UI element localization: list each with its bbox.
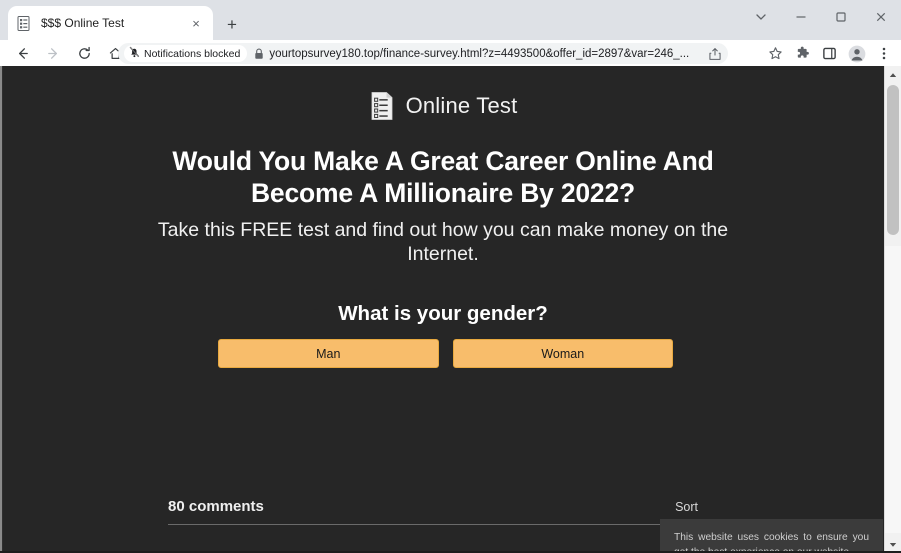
survey-question: What is your gender? xyxy=(338,302,548,325)
page-scrollbar[interactable] xyxy=(884,66,901,553)
browser-toolbar: Notifications blocked yourtopsurvey180.t… xyxy=(0,40,901,66)
tab-title: $$$ Online Test xyxy=(41,16,125,30)
share-icon[interactable] xyxy=(708,47,722,61)
back-button[interactable] xyxy=(8,40,36,66)
document-icon xyxy=(16,15,32,31)
minimize-icon[interactable] xyxy=(781,0,821,33)
survey-page-content: Online Test Would You Make A Great Caree… xyxy=(3,66,883,553)
page-viewport: Online Test Would You Make A Great Caree… xyxy=(0,66,901,553)
page-subheadline: Take this FREE test and find out how you… xyxy=(157,219,729,265)
page-headline: Would You Make A Great Career Online And… xyxy=(172,146,714,208)
maximize-icon[interactable] xyxy=(821,0,861,33)
side-panel-icon[interactable] xyxy=(816,43,843,64)
site-brand: Online Test xyxy=(3,91,883,121)
star-icon[interactable] xyxy=(762,43,789,64)
url-text: yourtopsurvey180.top/finance-survey.html… xyxy=(269,47,690,60)
scrollbar-track[interactable] xyxy=(885,246,901,533)
checklist-document-icon xyxy=(369,91,395,121)
lock-icon xyxy=(254,48,264,60)
three-dot-menu-icon[interactable] xyxy=(870,43,897,64)
answer-button-man[interactable]: Man xyxy=(218,339,439,368)
address-bar[interactable]: Notifications blocked yourtopsurvey180.t… xyxy=(118,43,728,64)
tab-close-icon[interactable]: × xyxy=(187,14,205,32)
tab-search-icon[interactable] xyxy=(741,0,781,33)
close-icon[interactable] xyxy=(861,0,901,33)
forward-button[interactable] xyxy=(39,40,67,66)
window-controls xyxy=(741,0,901,33)
answer-button-woman[interactable]: Woman xyxy=(452,339,673,368)
reload-button[interactable] xyxy=(70,40,98,66)
scrollbar-up-arrow-icon[interactable] xyxy=(885,66,901,83)
scrollbar-thumb[interactable] xyxy=(887,85,899,235)
browser-window: $$$ Online Test × + Notifications blocke… xyxy=(0,0,901,553)
new-tab-button[interactable]: + xyxy=(219,11,245,37)
survey-answers: Man Woman xyxy=(218,339,673,368)
comments-count: 80 comments xyxy=(168,498,264,515)
comments-header: 80 comments Sort xyxy=(168,498,698,515)
bell-slash-icon xyxy=(129,45,140,63)
cookie-consent-banner: This website uses cookies to ensure you … xyxy=(660,519,883,553)
tab-strip: $$$ Online Test × + xyxy=(0,0,901,40)
comments-sort-button[interactable]: Sort xyxy=(675,500,698,514)
browser-tab[interactable]: $$$ Online Test × xyxy=(8,6,213,40)
notifications-blocked-chip[interactable]: Notifications blocked xyxy=(124,45,248,63)
toolbar-icons xyxy=(762,43,897,64)
cookie-message: This website uses cookies to ensure you … xyxy=(674,532,869,553)
site-brand-name: Online Test xyxy=(405,93,518,118)
profile-avatar-icon[interactable] xyxy=(843,43,870,64)
puzzle-icon[interactable] xyxy=(789,43,816,64)
notifications-blocked-label: Notifications blocked xyxy=(144,47,241,60)
comments-divider xyxy=(168,524,696,525)
